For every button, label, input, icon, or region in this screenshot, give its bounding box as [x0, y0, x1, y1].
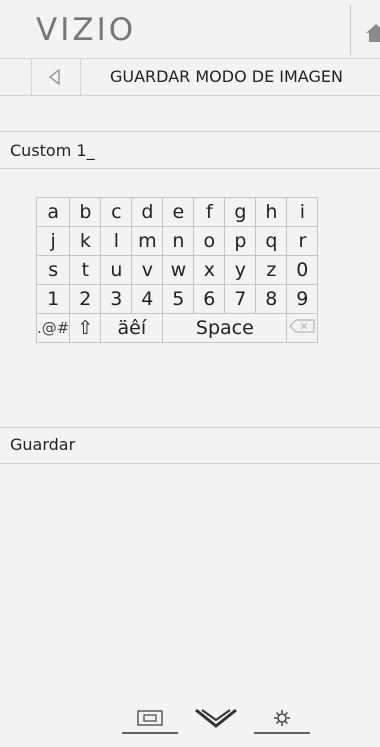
key[interactable]: u [100, 255, 133, 285]
home-button[interactable] [350, 5, 380, 55]
name-input[interactable]: Custom 1_ [0, 132, 380, 169]
header: VIZIO [0, 0, 380, 58]
key[interactable]: z [255, 255, 288, 285]
key[interactable]: p [224, 226, 257, 256]
key[interactable]: m [131, 226, 164, 256]
bottom-menu-bar [122, 700, 312, 736]
key[interactable]: e [162, 197, 195, 227]
key[interactable]: 6 [193, 284, 226, 314]
key[interactable]: b [69, 197, 102, 227]
key[interactable]: 1 [35, 284, 71, 314]
keyboard-row-3: s t u v w x y z 0 [35, 255, 319, 285]
title-bar: GUARDAR MODO DE IMAGEN [0, 58, 380, 96]
key[interactable]: y [224, 255, 257, 285]
keyboard-row-special: .@# ⇧ äêí Space [35, 313, 319, 343]
key[interactable]: f [193, 197, 226, 227]
key[interactable]: x [193, 255, 226, 285]
key[interactable]: 5 [162, 284, 195, 314]
back-button[interactable] [31, 59, 81, 95]
accents-key[interactable]: äêí [100, 313, 164, 343]
save-button[interactable]: Guardar [0, 427, 380, 464]
key[interactable]: d [131, 197, 164, 227]
key[interactable]: 7 [224, 284, 257, 314]
vizio-logo: VIZIO [36, 12, 137, 48]
key[interactable]: k [69, 226, 102, 256]
on-screen-keyboard: a b c d e f g h i j k l m n o p q r s t … [35, 197, 319, 343]
key[interactable]: 2 [69, 284, 102, 314]
keyboard-row-2: j k l m n o p q r [35, 226, 319, 256]
input-picture-button[interactable] [122, 706, 178, 740]
key[interactable]: 9 [286, 284, 319, 314]
key[interactable]: s [35, 255, 71, 285]
key[interactable]: w [162, 255, 195, 285]
key[interactable]: i [286, 197, 319, 227]
name-input-value: Custom 1_ [10, 141, 95, 160]
key[interactable]: v [131, 255, 164, 285]
key[interactable]: 0 [286, 255, 319, 285]
space-key[interactable]: Space [162, 313, 288, 343]
key[interactable]: 3 [100, 284, 133, 314]
key[interactable]: q [255, 226, 288, 256]
keyboard-row-1: a b c d e f g h i [35, 197, 319, 227]
key[interactable]: a [35, 197, 71, 227]
empty-row [0, 95, 380, 132]
down-chevron-icon [195, 708, 237, 728]
key[interactable]: 8 [255, 284, 288, 314]
key[interactable]: j [35, 226, 71, 256]
key[interactable]: 4 [131, 284, 164, 314]
page-title: GUARDAR MODO DE IMAGEN [110, 67, 343, 86]
key[interactable]: t [69, 255, 102, 285]
key[interactable]: n [162, 226, 195, 256]
keyboard-row-4: 1 2 3 4 5 6 7 8 9 [35, 284, 319, 314]
key[interactable]: l [100, 226, 133, 256]
backspace-key[interactable] [286, 313, 319, 343]
input-picture-icon [122, 710, 178, 734]
symbols-key[interactable]: .@# [35, 313, 71, 343]
key[interactable]: c [100, 197, 133, 227]
save-label: Guardar [10, 435, 76, 454]
key[interactable]: g [224, 197, 257, 227]
back-triangle-icon [48, 68, 60, 86]
settings-button[interactable] [254, 706, 310, 740]
key[interactable]: r [286, 226, 319, 256]
home-icon [366, 24, 380, 42]
key[interactable]: h [255, 197, 288, 227]
backspace-icon [289, 319, 315, 333]
settings-gear-icon [254, 710, 310, 734]
key[interactable]: o [193, 226, 226, 256]
shift-key[interactable]: ⇧ [69, 313, 102, 343]
down-button[interactable] [194, 708, 238, 734]
